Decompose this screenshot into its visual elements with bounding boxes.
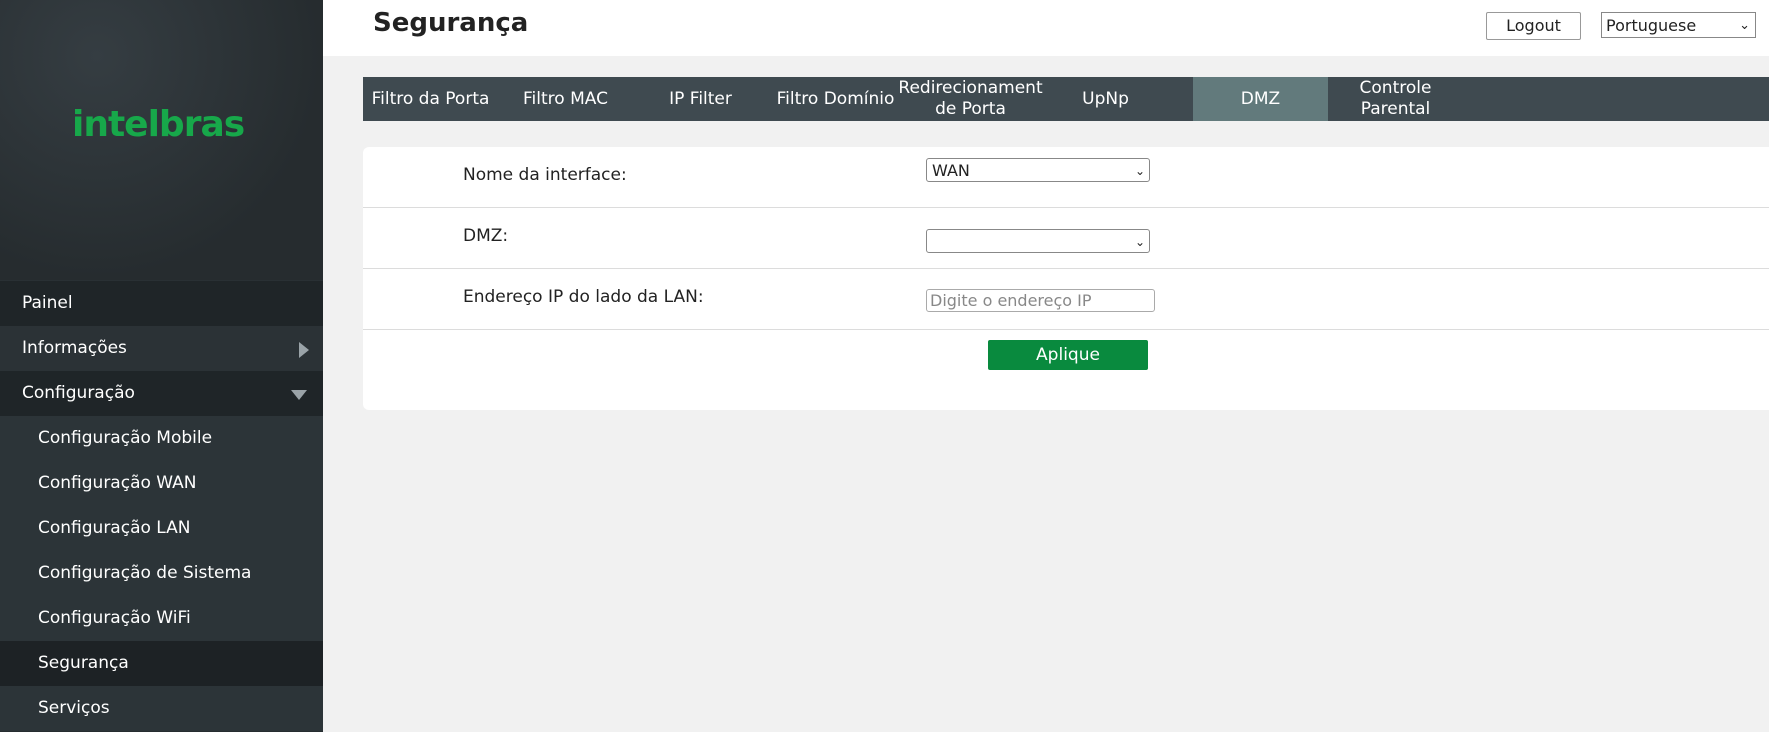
tab-dmz[interactable]: DMZ xyxy=(1193,77,1328,121)
chevron-down-icon: ⌄ xyxy=(1134,235,1145,249)
lan-ip-input[interactable] xyxy=(926,289,1155,312)
sidebar-item-label: Segurança xyxy=(38,653,129,673)
sidebar-nav: Painel Informações Configuração Configur… xyxy=(0,281,323,731)
sidebar-item-label: Painel xyxy=(22,293,73,313)
tab-filtro-mac[interactable]: Filtro MAC xyxy=(498,77,633,121)
header: Segurança Logout Portuguese ⌄ xyxy=(323,0,1769,56)
tab-upnp[interactable]: UpNp xyxy=(1038,77,1173,121)
tab-controle-parental[interactable]: Controle Parental xyxy=(1328,77,1463,121)
sidebar-item-config-lan[interactable]: Configuração LAN xyxy=(0,506,323,551)
interface-selected-value: WAN xyxy=(932,161,970,180)
interface-row: Nome da interface: WAN ⌄ xyxy=(363,147,1769,208)
sidebar-item-label: Configuração Mobile xyxy=(38,428,213,448)
dmz-row: DMZ: ⌄ xyxy=(363,208,1769,269)
tab-filtro-porta[interactable]: Filtro da Porta xyxy=(363,77,498,121)
chevron-down-icon: ⌄ xyxy=(1739,18,1750,33)
sidebar-item-label: Informações xyxy=(22,338,127,358)
dmz-label: DMZ: xyxy=(463,226,509,246)
language-select[interactable]: Portuguese ⌄ xyxy=(1601,12,1756,38)
dmz-select[interactable]: ⌄ xyxy=(926,229,1150,253)
sidebar-item-label: Serviços xyxy=(38,698,110,718)
intelbras-logo: intelbras xyxy=(72,104,245,145)
sidebar-item-label: Configuração de Sistema xyxy=(38,563,252,583)
language-selected-value: Portuguese xyxy=(1606,16,1697,35)
sidebar-item-seguranca[interactable]: Segurança xyxy=(0,641,323,686)
logout-button[interactable]: Logout xyxy=(1486,12,1581,40)
lan-ip-label: Endereço IP do lado da LAN: xyxy=(463,287,704,307)
tab-filtro-dominio[interactable]: Filtro Domínio xyxy=(768,77,903,121)
chevron-down-icon xyxy=(291,390,307,400)
interface-label: Nome da interface: xyxy=(463,165,627,185)
chevron-down-icon: ⌄ xyxy=(1134,164,1145,178)
sidebar-item-label: Configuração WAN xyxy=(38,473,197,493)
tab-ip-filter[interactable]: IP Filter xyxy=(633,77,768,121)
tab-redirecionamento-porta[interactable]: Redirecionament de Porta xyxy=(898,77,1042,121)
lan-ip-row: Endereço IP do lado da LAN: xyxy=(363,269,1769,330)
sidebar-item-label: Configuração WiFi xyxy=(38,608,191,628)
sidebar-item-config-sistema[interactable]: Configuração de Sistema xyxy=(0,551,323,596)
logo-area: intelbras xyxy=(0,0,323,280)
interface-select[interactable]: WAN ⌄ xyxy=(926,158,1150,182)
sidebar-item-config-wifi[interactable]: Configuração WiFi xyxy=(0,596,323,641)
sidebar-item-config-mobile[interactable]: Configuração Mobile xyxy=(0,416,323,461)
sidebar-item-informacoes[interactable]: Informações xyxy=(0,326,323,371)
security-tabs: Filtro da Porta Filtro MAC IP Filter Fil… xyxy=(363,77,1769,121)
sidebar-item-config-wan[interactable]: Configuração WAN xyxy=(0,461,323,506)
apply-button[interactable]: Aplique xyxy=(988,340,1148,370)
sidebar-item-configuracao[interactable]: Configuração xyxy=(0,371,323,416)
sidebar-item-label: Configuração LAN xyxy=(38,518,191,538)
sidebar: intelbras Painel Informações Configuraçã… xyxy=(0,0,323,732)
sidebar-item-painel[interactable]: Painel xyxy=(0,281,323,326)
chevron-right-icon xyxy=(299,342,309,358)
sidebar-item-servicos[interactable]: Serviços xyxy=(0,686,323,731)
page-title: Segurança xyxy=(373,8,529,38)
dmz-form-panel: Nome da interface: WAN ⌄ DMZ: ⌄ Endereço… xyxy=(363,147,1769,410)
sidebar-item-label: Configuração xyxy=(22,383,135,403)
